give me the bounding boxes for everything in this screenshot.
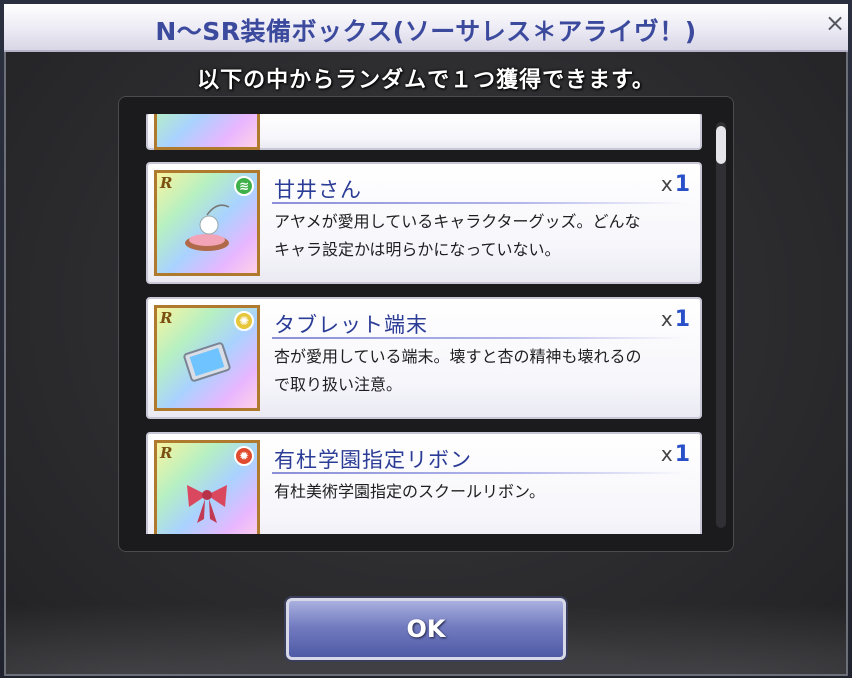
list-item-partial (146, 114, 702, 150)
rarity-badge: R (160, 444, 173, 462)
scrollbar-track[interactable] (716, 122, 726, 528)
wind-element-icon: ≋ (234, 176, 254, 196)
rarity-badge: R (160, 174, 173, 192)
item-thumbnail: R ✹ (154, 440, 260, 534)
close-icon[interactable]: × (822, 10, 848, 36)
item-thumbnail (154, 114, 260, 150)
ok-button[interactable]: OK (286, 598, 566, 660)
scrollbar-thumb[interactable] (716, 126, 726, 164)
item-name: 甘井さん (274, 178, 362, 202)
ribbon-icon (187, 485, 227, 523)
rarity-badge: R (160, 309, 173, 327)
dialog-title-bar: N～SR装備ボックス(ソーサレス＊アライヴ！) × (4, 4, 848, 52)
list-item[interactable]: R ≋ 甘井さん x1 アヤメが愛用しているキャラクターグッズ。どんな キャラ設… (146, 162, 702, 284)
light-element-icon: ✺ (234, 311, 254, 331)
item-thumbnail: R ≋ (154, 170, 260, 276)
item-list-panel[interactable]: R ≋ 甘井さん x1 アヤメが愛用しているキャラクターグッズ。どんな キャラ設… (118, 96, 734, 552)
item-description: 杏が愛用している端末。壊すと杏の精神も壊れるの で取り扱い注意。 (274, 347, 642, 394)
item-quantity: x1 (660, 172, 690, 197)
item-description: 有杜美術学園指定のスクールリボン。 (274, 482, 546, 501)
item-description: アヤメが愛用しているキャラクターグッズ。どんな キャラ設定かは明らかになっていな… (274, 212, 641, 259)
dialog-subtitle: 以下の中からランダムで１つ獲得できます。 (197, 68, 655, 93)
item-list[interactable]: R ≋ 甘井さん x1 アヤメが愛用しているキャラクターグッズ。どんな キャラ設… (146, 114, 702, 534)
fire-element-icon: ✹ (234, 446, 254, 466)
item-quantity: x1 (660, 442, 690, 467)
item-name: タブレット端末 (274, 313, 428, 337)
tablet-icon (183, 342, 231, 382)
item-quantity: x1 (660, 307, 690, 332)
dialog-title: N～SR装備ボックス(ソーサレス＊アライヴ！) (155, 17, 697, 46)
item-thumbnail: R ✺ (154, 305, 260, 411)
list-item[interactable]: R ✹ 有杜学園指定リボン x1 有杜美術学園指定のスクールリボン。 (146, 432, 702, 534)
name-divider (272, 472, 686, 474)
mascot-charm-icon (185, 204, 230, 251)
ok-label: OK (406, 615, 446, 643)
list-item[interactable]: R ✺ タブレット端末 x1 杏が愛用している端末。壊すと杏の精神も壊れるの で… (146, 297, 702, 419)
item-name: 有杜学園指定リボン (274, 448, 472, 472)
name-divider (272, 337, 686, 339)
name-divider (272, 202, 686, 204)
